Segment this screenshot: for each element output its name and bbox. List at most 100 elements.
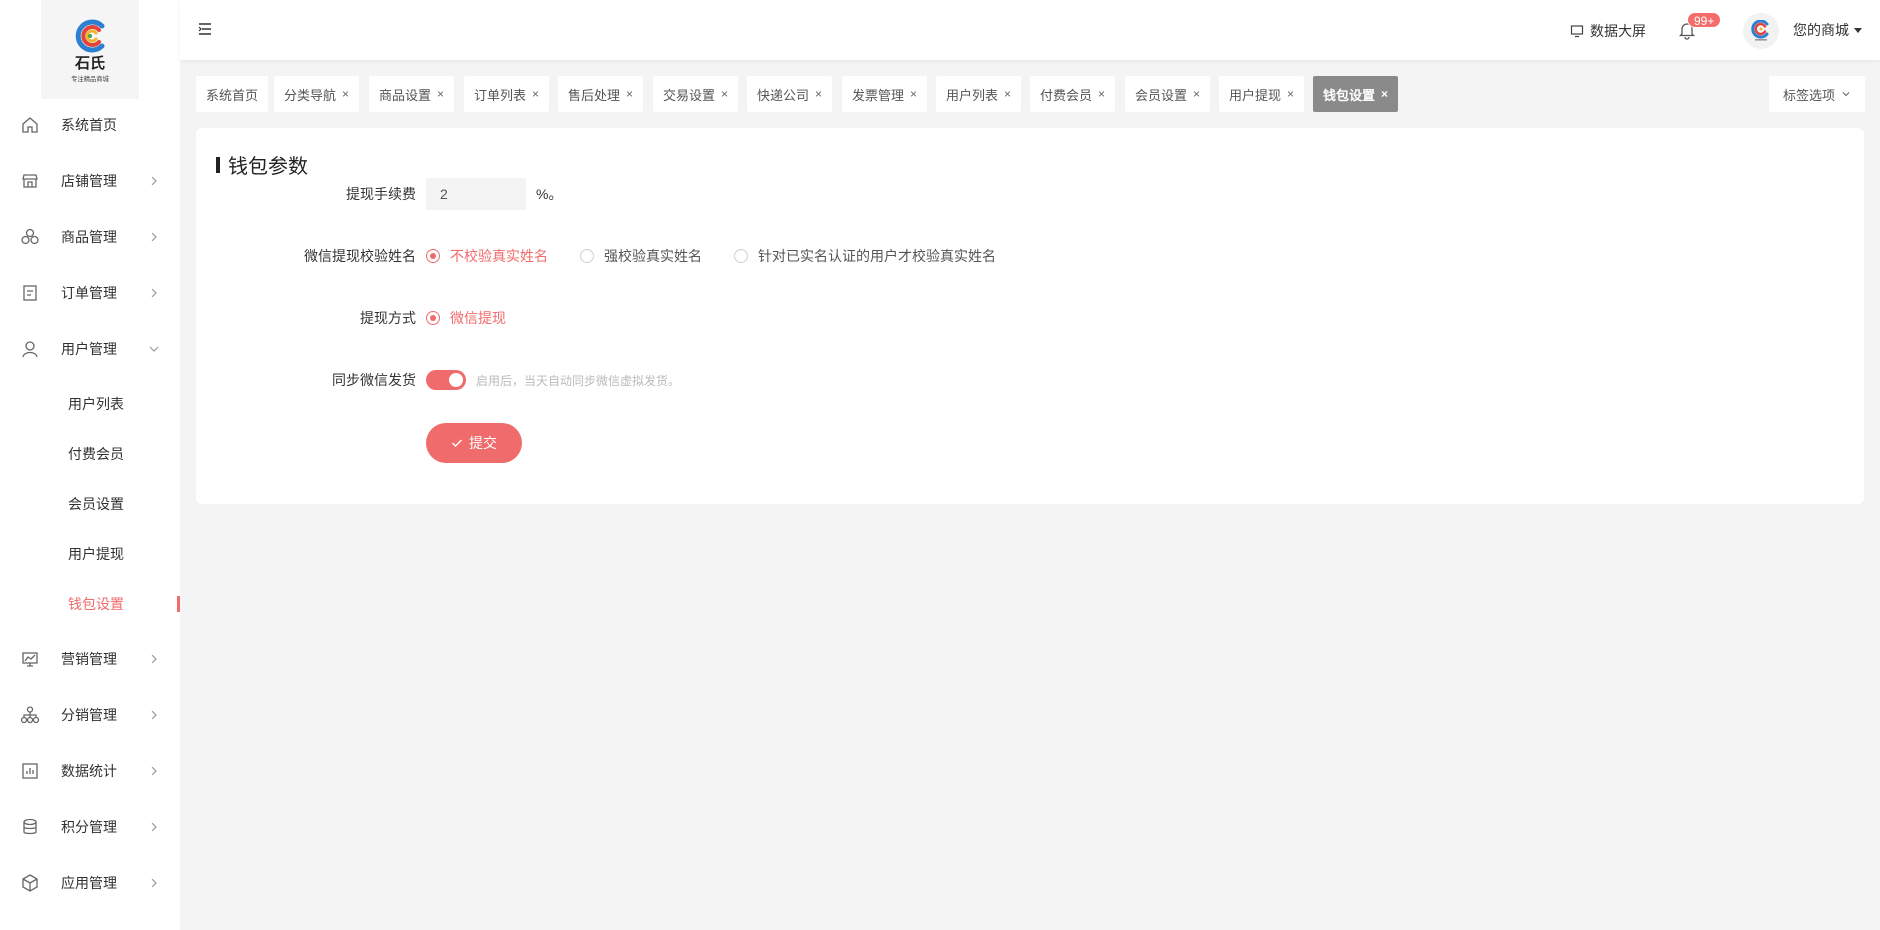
tab-after-sales[interactable]: 售后处理 × (558, 76, 644, 112)
brand-name: 石氏 (74, 56, 105, 72)
tab-withdrawals[interactable]: 用户提现 × (1219, 76, 1305, 112)
sync-toggle[interactable] (426, 370, 466, 390)
sidebar-item-label: 数据统计 (61, 763, 117, 779)
sidebar-item-users[interactable]: 用户管理 (0, 325, 180, 373)
submit-button[interactable]: 提交 (426, 423, 522, 463)
tabs-bar: 系统首页 分类导航 × 商品设置 × 订单列表 × 售后处理 × 交易设置 × … (180, 60, 1880, 128)
sidebar-subitem-label: 付费会员 (68, 446, 124, 462)
sidebar-item-stats[interactable]: 数据统计 (0, 747, 180, 795)
tab-close-icon[interactable]: × (532, 87, 539, 101)
chevron-right-icon (151, 822, 157, 832)
chevron-down-icon (1842, 92, 1850, 97)
tab-close-icon[interactable]: × (910, 87, 917, 101)
shop-switcher[interactable]: 您的商城 (1793, 20, 1863, 40)
sidebar-item-label: 系统首页 (61, 117, 117, 133)
radio-dot (734, 249, 748, 263)
sidebar-subitem-paid-members[interactable]: 付费会员 (0, 429, 180, 479)
sidebar-item-home[interactable]: 系统首页 (0, 101, 180, 149)
tab-options-dropdown[interactable]: 标签选项 (1769, 76, 1865, 112)
sidebar-item-label: 分销管理 (61, 707, 117, 723)
tab-wallet-settings[interactable]: 钱包设置 × (1313, 76, 1399, 112)
sidebar-item-distribution[interactable]: 分销管理 (0, 691, 180, 739)
chevron-right-icon (151, 766, 157, 776)
sidebar-subitem-user-list[interactable]: 用户列表 (0, 379, 180, 429)
app-icon (22, 874, 38, 892)
chevron-right-icon (151, 176, 157, 186)
radio-wechat-withdraw[interactable]: 微信提现 (426, 308, 506, 328)
tab-options-label: 标签选项 (1782, 87, 1835, 103)
radio-label: 强校验真实姓名 (604, 248, 702, 264)
logo-mark-icon (75, 19, 105, 53)
sidebar-subitem-member-settings[interactable]: 会员设置 (0, 479, 180, 529)
tab-user-list[interactable]: 用户列表 × (936, 76, 1022, 112)
sidebar-item-label: 积分管理 (61, 819, 117, 835)
tab-close-icon[interactable]: × (626, 87, 633, 101)
tab-close-icon[interactable]: × (1193, 87, 1200, 101)
data-screen-button[interactable]: 数据大屏 (1570, 20, 1646, 42)
sidebar-item-orders[interactable]: 订单管理 (0, 269, 180, 317)
radio-dot (426, 249, 440, 263)
order-icon (23, 285, 37, 301)
tab-couriers[interactable]: 快递公司 × (747, 76, 833, 112)
radio-dot (426, 311, 440, 325)
tab-label: 售后处理 (568, 87, 621, 103)
home-icon (22, 117, 38, 133)
avatar[interactable] (1743, 13, 1779, 49)
tab-member-settings[interactable]: 会员设置 × (1125, 76, 1211, 112)
shop-logo-icon (1751, 20, 1769, 41)
tab-trade-settings[interactable]: 交易设置 × (653, 76, 739, 112)
wallet-settings-card: 钱包参数 提现手续费 %。 微信提现校验姓名 不校验真实姓名 强校验真实姓名 针… (196, 128, 1864, 504)
tab-label: 用户提现 (1229, 87, 1282, 103)
tab-close-icon[interactable]: × (1287, 87, 1294, 101)
notification-badge: 99+ (1687, 12, 1722, 28)
tab-close-icon[interactable]: × (1004, 87, 1011, 101)
sidebar-subitem-withdrawals[interactable]: 用户提现 (0, 529, 180, 579)
tab-label: 订单列表 (474, 87, 527, 103)
method-row: 提现方式 微信提现 (196, 303, 1196, 333)
sidebar-item-label: 应用管理 (61, 875, 117, 891)
sidebar-item-goods[interactable]: 商品管理 (0, 213, 180, 261)
tab-close-icon[interactable]: × (342, 87, 349, 101)
stats-icon (22, 763, 38, 779)
chevron-right-icon (151, 878, 157, 888)
radio-force-check[interactable]: 强校验真实姓名 (580, 246, 702, 266)
data-screen-label: 数据大屏 (1590, 23, 1646, 39)
tab-paid-members[interactable]: 付费会员 × (1030, 76, 1116, 112)
logo[interactable]: 石氏 专注精品商城 (41, 0, 139, 99)
store-icon (22, 174, 38, 188)
radio-label: 微信提现 (450, 310, 506, 326)
sidebar-item-points[interactable]: 积分管理 (0, 803, 180, 851)
tab-close-icon[interactable]: × (1098, 87, 1105, 101)
tab-invoices[interactable]: 发票管理 × (842, 76, 928, 112)
tab-close-icon[interactable]: × (815, 87, 822, 101)
tab-label: 快递公司 (757, 87, 810, 103)
sidebar-item-label: 店铺管理 (61, 173, 117, 189)
name-check-label: 微信提现校验姓名 (304, 248, 416, 264)
tab-goods-settings[interactable]: 商品设置 × (369, 76, 455, 112)
tab-label: 商品设置 (379, 87, 432, 103)
sidebar-item-label: 营销管理 (61, 651, 117, 667)
tab-home[interactable]: 系统首页 (196, 76, 269, 112)
fee-suffix: %。 (536, 186, 563, 202)
fee-input[interactable] (426, 178, 526, 210)
sidebar-subitem-wallet-settings[interactable]: 钱包设置 (0, 579, 180, 629)
tab-close-icon[interactable]: × (437, 87, 444, 101)
chevron-right-icon (151, 232, 157, 242)
menu-toggle-icon[interactable] (198, 22, 212, 36)
radio-label: 不校验真实姓名 (450, 248, 548, 264)
fee-label: 提现手续费 (346, 186, 416, 202)
tab-label: 交易设置 (663, 87, 716, 103)
sidebar-item-marketing[interactable]: 营销管理 (0, 635, 180, 683)
tab-close-icon[interactable]: × (1381, 87, 1388, 101)
tab-label: 系统首页 (206, 87, 259, 103)
radio-no-check[interactable]: 不校验真实姓名 (426, 246, 548, 266)
sidebar-subitem-label: 钱包设置 (68, 596, 124, 612)
tab-order-list[interactable]: 订单列表 × (464, 76, 550, 112)
sidebar-item-apps[interactable]: 应用管理 (0, 859, 180, 907)
tab-close-icon[interactable]: × (721, 87, 728, 101)
sidebar-item-store[interactable]: 店铺管理 (0, 157, 180, 205)
radio-verified-only[interactable]: 针对已实名认证的用户才校验真实姓名 (734, 246, 996, 266)
tab-category-nav[interactable]: 分类导航 × (274, 76, 360, 112)
sidebar-subitem-label: 用户列表 (68, 396, 124, 412)
sidebar-item-label: 商品管理 (61, 229, 117, 245)
